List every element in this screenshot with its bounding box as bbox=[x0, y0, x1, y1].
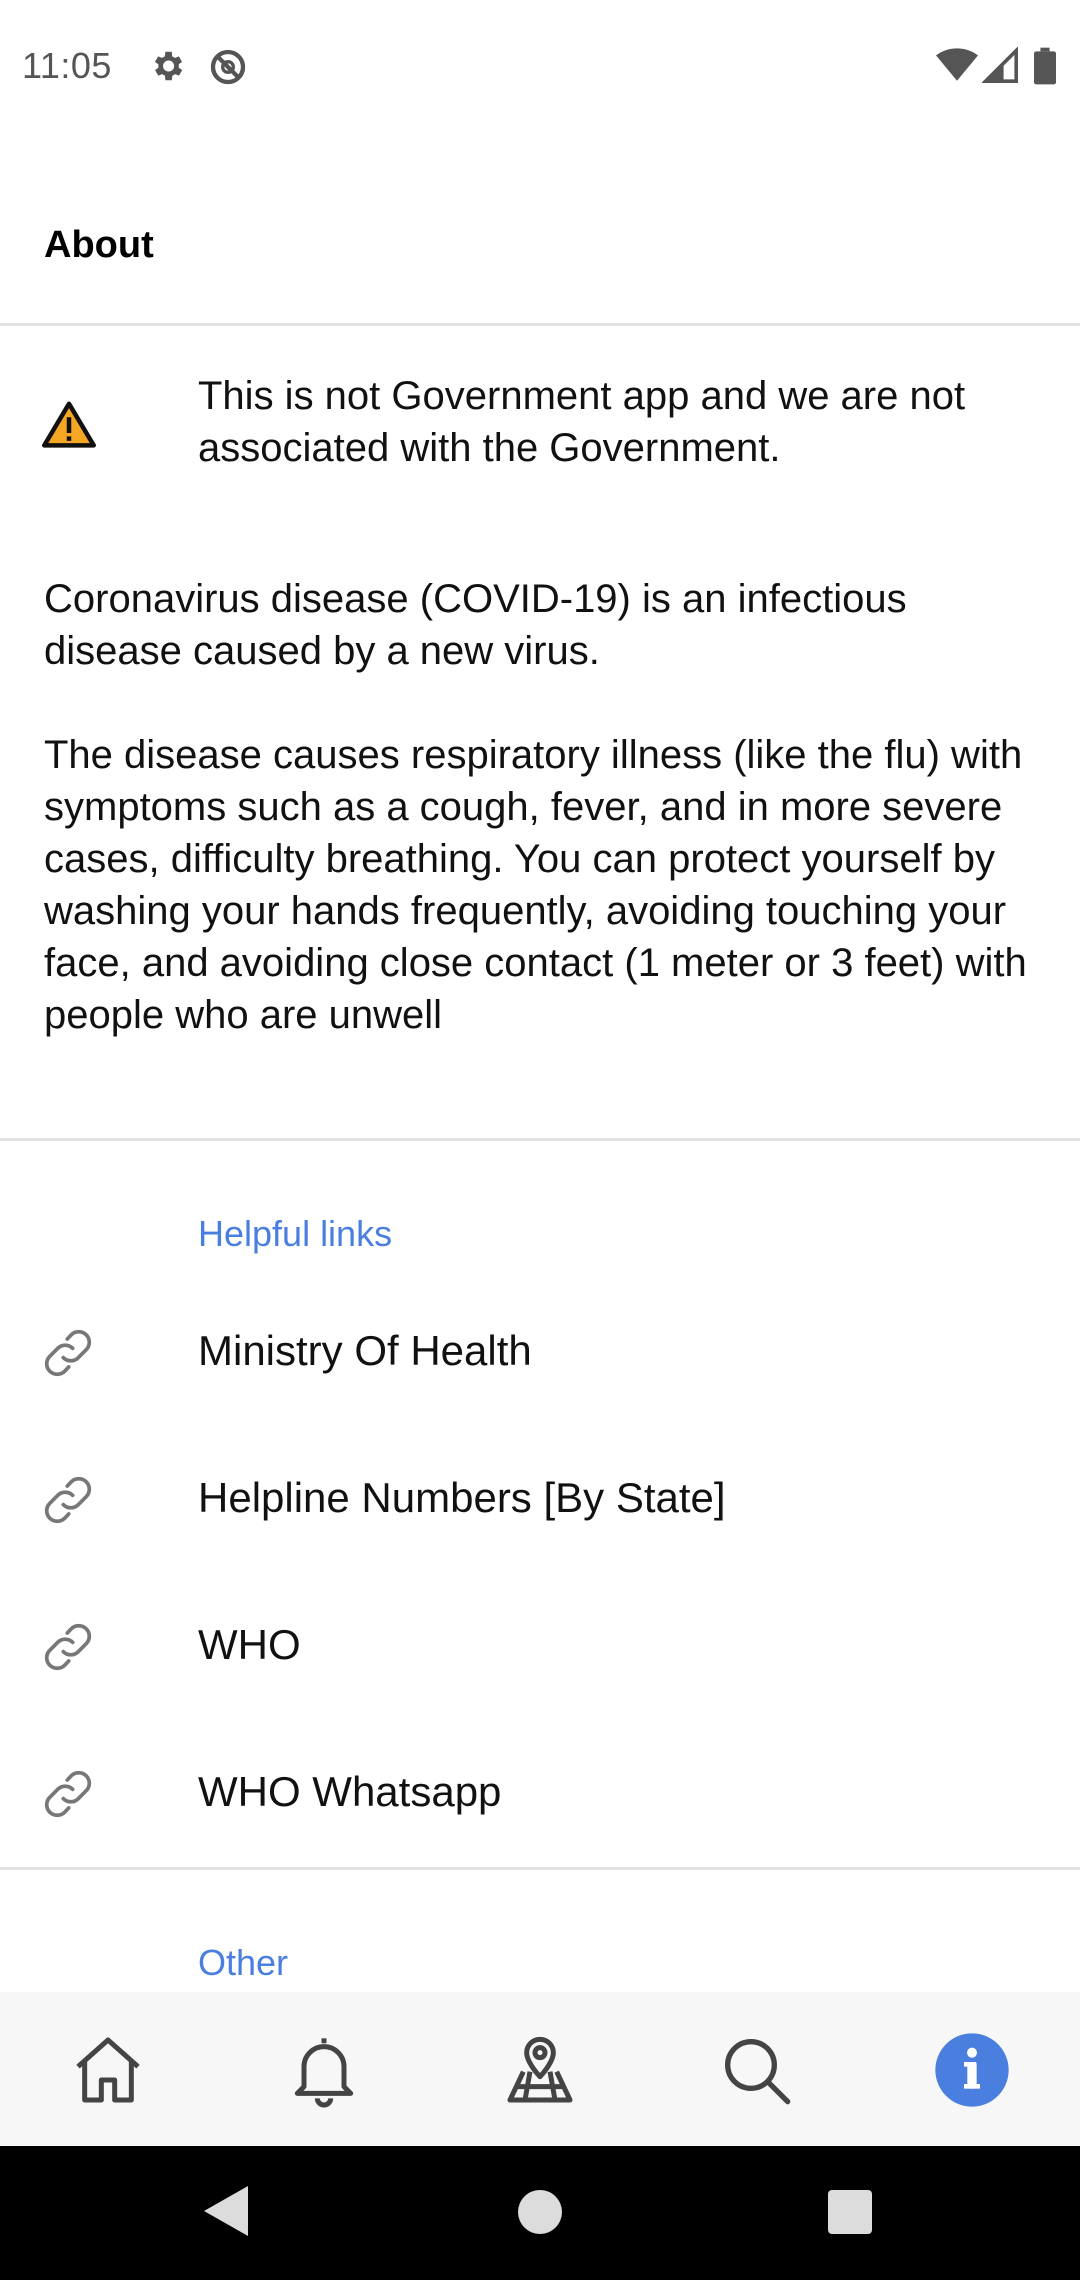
link-icon bbox=[40, 1325, 96, 1386]
no-sync-icon bbox=[208, 47, 248, 92]
recents-icon[interactable] bbox=[828, 2190, 872, 2239]
system-navigation-bar bbox=[0, 2146, 1080, 2280]
link-label: WHO bbox=[198, 1621, 301, 1668]
link-icon bbox=[40, 1766, 96, 1827]
link-label: WHO Whatsapp bbox=[198, 1768, 502, 1815]
link-ministry-of-health[interactable]: Ministry Of Health bbox=[0, 1281, 1080, 1429]
search-icon[interactable] bbox=[716, 2030, 796, 2110]
gear-icon bbox=[148, 47, 186, 90]
page-title: About bbox=[44, 224, 154, 266]
helpful-links-header: Helpful links bbox=[198, 1213, 393, 1254]
link-icon bbox=[40, 1619, 96, 1680]
map-pin-icon[interactable] bbox=[500, 2030, 580, 2110]
about-divider bbox=[0, 1138, 1080, 1141]
link-helpline-numbers[interactable]: Helpline Numbers [By State] bbox=[0, 1428, 1080, 1576]
disclaimer-text: This is not Government app and we are no… bbox=[198, 374, 966, 470]
link-label: Helpline Numbers [By State] bbox=[198, 1474, 726, 1521]
info-icon[interactable] bbox=[932, 2030, 1012, 2110]
link-who-whatsapp[interactable]: WHO Whatsapp bbox=[0, 1722, 1080, 1870]
other-header: Other bbox=[198, 1942, 289, 1983]
about-paragraph-2: The disease causes respiratory illness (… bbox=[44, 733, 1027, 1037]
back-icon[interactable] bbox=[204, 2186, 248, 2241]
link-icon bbox=[40, 1472, 96, 1533]
status-bar: 11:05 bbox=[0, 0, 1080, 132]
about-paragraph-1: Coronavirus disease (COVID-19) is an inf… bbox=[44, 577, 907, 673]
links-divider bbox=[0, 1867, 1080, 1870]
battery-icon bbox=[1034, 47, 1056, 90]
wifi-icon bbox=[936, 47, 978, 88]
home-icon[interactable] bbox=[68, 2030, 148, 2110]
header-divider bbox=[0, 323, 1080, 326]
bottom-navigation bbox=[0, 1992, 1080, 2146]
link-who[interactable]: WHO bbox=[0, 1575, 1080, 1723]
warning-icon bbox=[42, 400, 96, 453]
cellular-signal-icon bbox=[981, 46, 1018, 88]
link-label: Ministry Of Health bbox=[198, 1327, 532, 1374]
bell-icon[interactable] bbox=[284, 2030, 364, 2110]
home-circle-icon[interactable] bbox=[518, 2190, 562, 2239]
status-time: 11:05 bbox=[22, 45, 112, 86]
